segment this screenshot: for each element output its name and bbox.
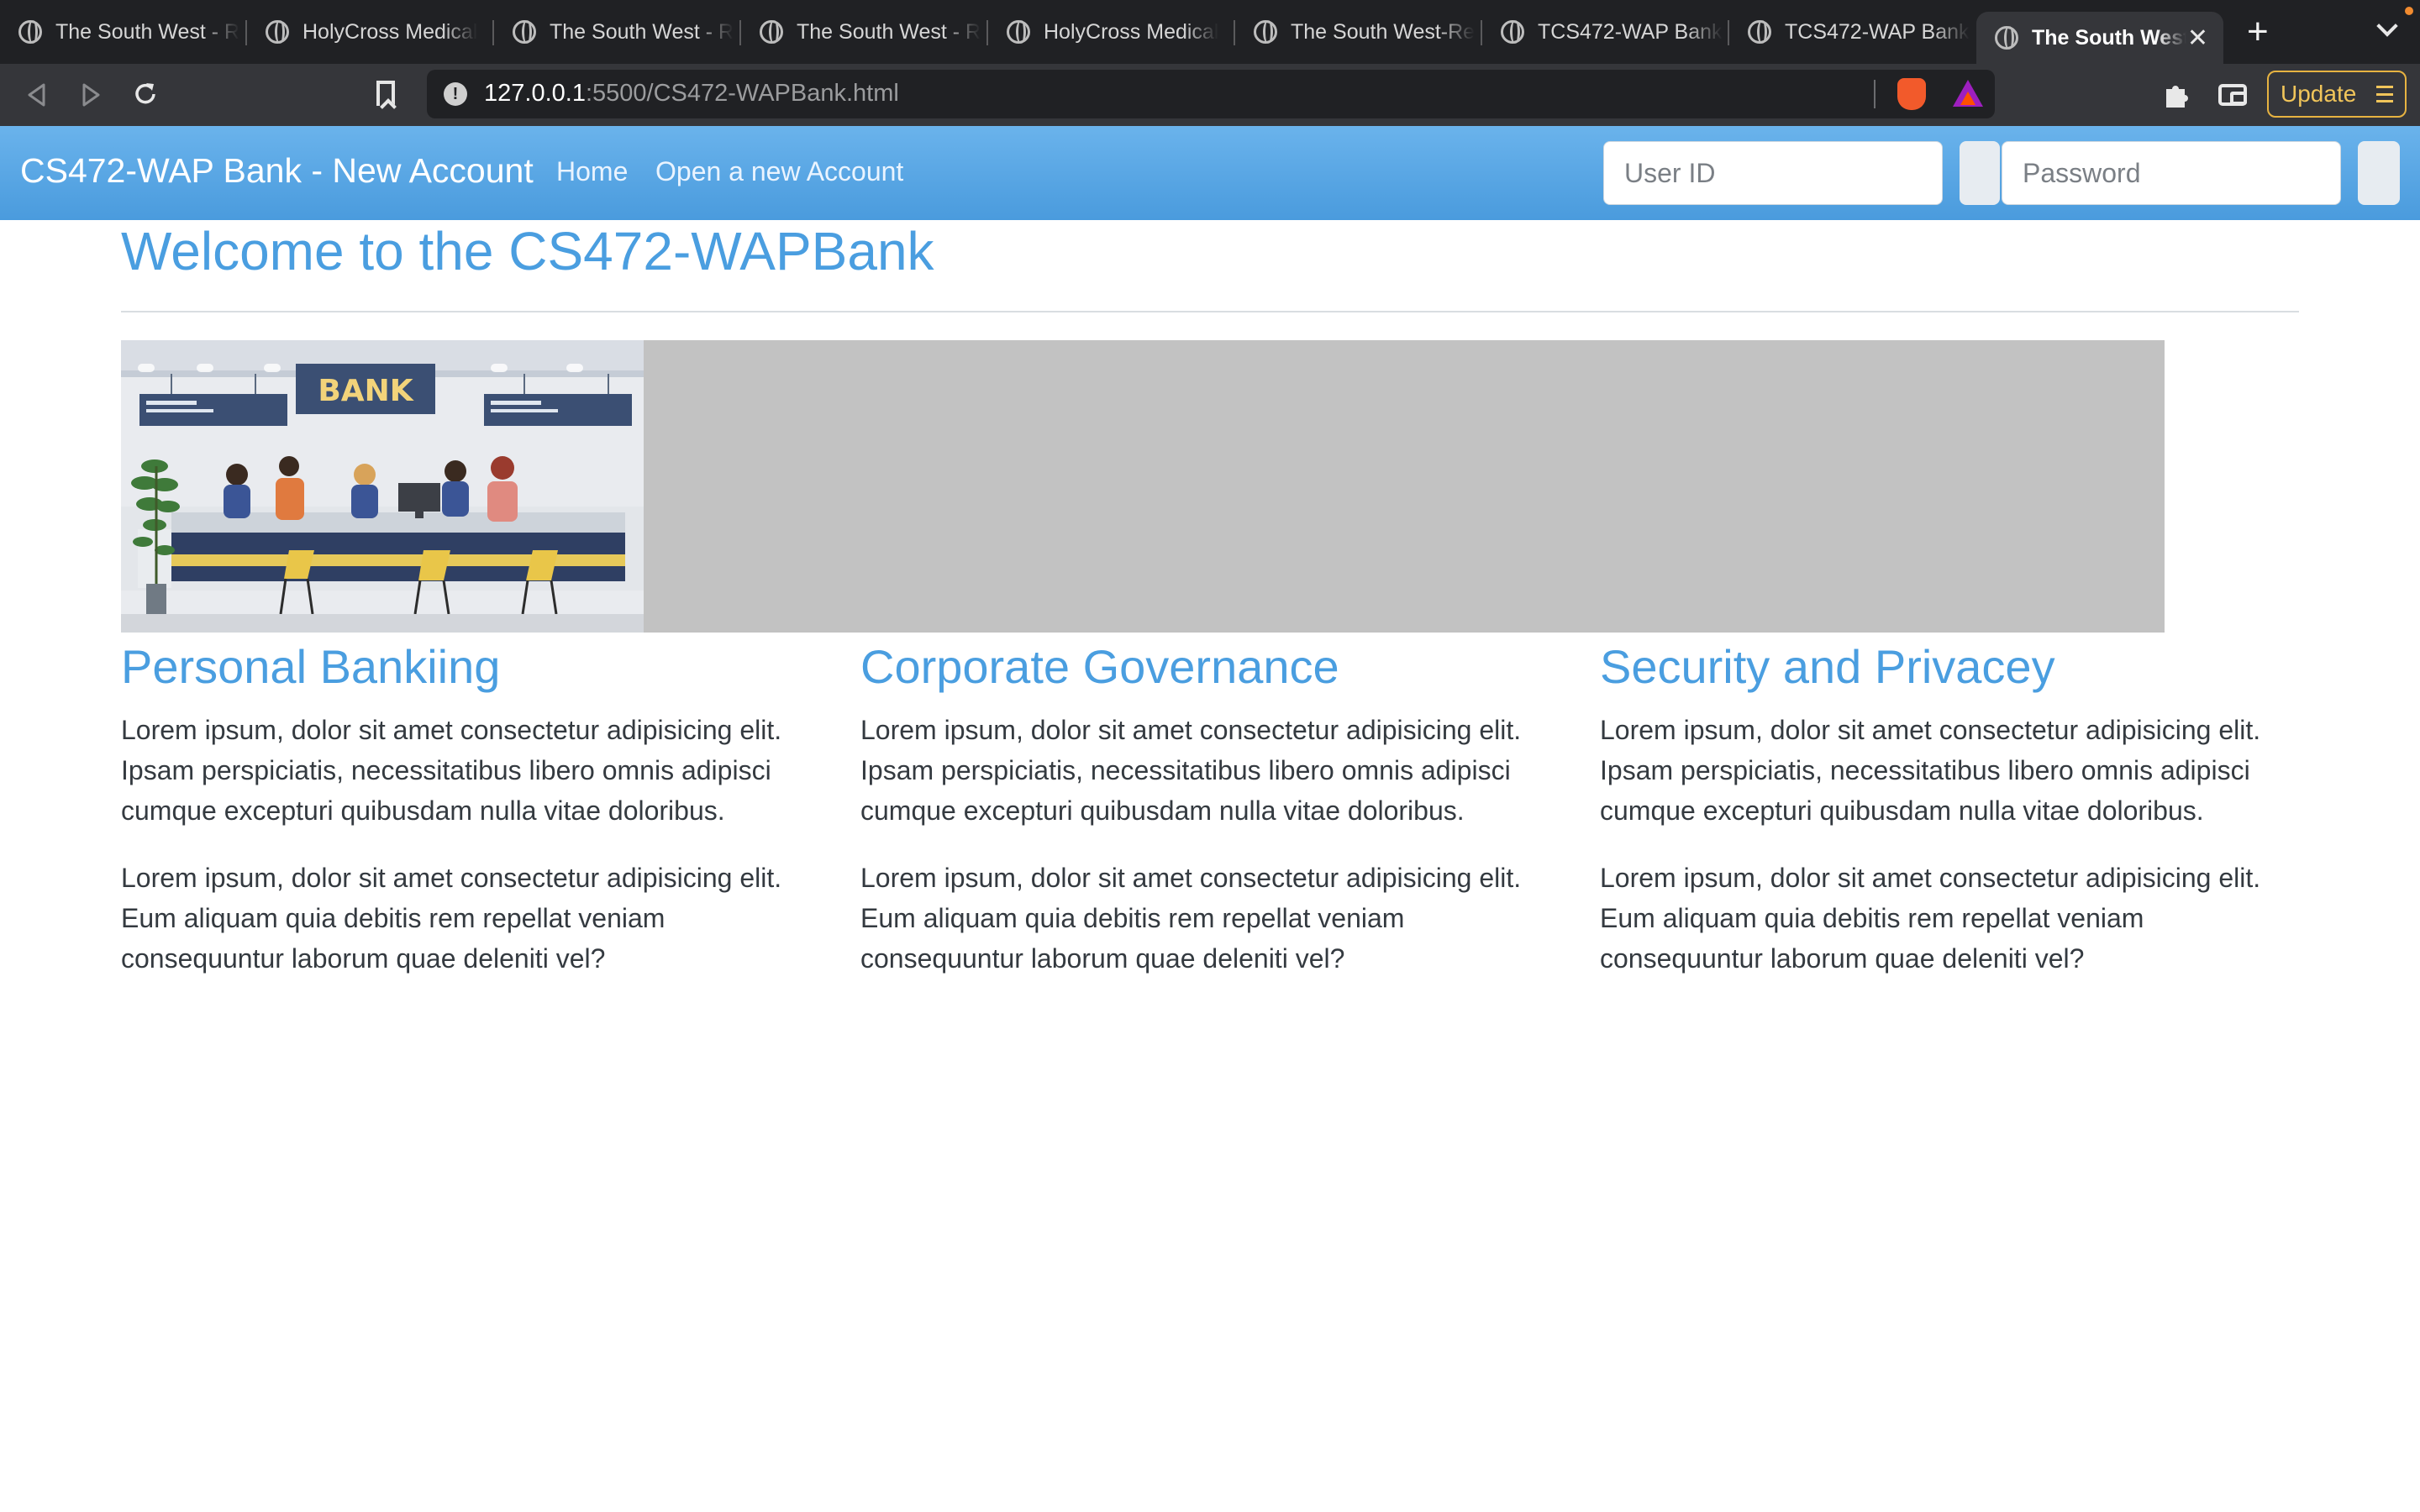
globe-icon xyxy=(1748,20,1771,44)
url-text[interactable]: 127.0.0.1:5500/CS472-WAPBank.html xyxy=(484,80,899,108)
url-host: 127.0.0.1 xyxy=(484,80,586,107)
globe-icon xyxy=(760,20,783,44)
browser-tab[interactable]: The South West-Re xyxy=(1235,0,1482,64)
user-id-input[interactable]: User ID xyxy=(1603,141,1943,205)
column-paragraph: Lorem ipsum, dolor sit amet consectetur … xyxy=(1600,715,2261,826)
new-tab-button[interactable]: + xyxy=(2247,13,2269,50)
url-path: :5500/CS472-WAPBank.html xyxy=(585,80,899,107)
column-paragraph: Lorem ipsum, dolor sit amet consectetur … xyxy=(860,715,1522,826)
browser-tab[interactable]: HolyCross Medical xyxy=(988,0,1235,64)
globe-icon xyxy=(1007,20,1030,44)
site-navbar: CS472-WAP Bank - New Account Home Open a… xyxy=(0,126,2420,220)
forward-icon[interactable] xyxy=(79,82,103,108)
hero-banner: BANK xyxy=(121,340,2165,633)
brave-rewards-icon[interactable] xyxy=(1953,80,1983,107)
user-id-button[interactable] xyxy=(1960,141,2000,205)
title-divider xyxy=(121,311,2299,312)
browser-tab[interactable]: TCS472-WAP Bank xyxy=(1482,0,1729,64)
update-label: Update xyxy=(2281,81,2357,107)
column-paragraph: Lorem ipsum, dolor sit amet consectetur … xyxy=(121,715,782,826)
column-heading: Corporate Governance xyxy=(860,640,1339,693)
update-button[interactable]: Update xyxy=(2267,71,2407,118)
tab-search-chevron-icon[interactable] xyxy=(2376,15,2398,37)
tab-title: HolyCross Medical xyxy=(1044,19,1219,44)
tab-title: HolyCross Medical xyxy=(302,19,478,44)
browser-tab[interactable]: HolyCross Medical xyxy=(247,0,494,64)
feature-column-security: Security and Privacey Lorem ipsum, dolor… xyxy=(1600,634,2297,979)
notification-dot xyxy=(2405,7,2413,15)
globe-icon xyxy=(513,20,536,44)
browser-tab[interactable]: TCS472-WAP Bank xyxy=(1729,0,1976,64)
brave-shields-icon[interactable] xyxy=(1897,78,1926,110)
page-title: Welcome to the CS472-WAPBank xyxy=(121,221,934,281)
globe-icon xyxy=(18,20,42,44)
menu-icon[interactable] xyxy=(2376,86,2393,102)
browser-tab-active[interactable]: The South West ✕ xyxy=(1976,12,2223,64)
globe-icon xyxy=(1995,26,2018,50)
tab-title: The South West-Re xyxy=(1291,19,1476,44)
browser-tab[interactable]: The South West - R xyxy=(0,0,247,64)
bank-illustration-image: BANK xyxy=(121,340,644,633)
globe-icon xyxy=(1254,20,1277,44)
address-bar[interactable]: ! 127.0.0.1:5500/CS472-WAPBank.html xyxy=(427,70,1995,118)
close-tab-icon[interactable]: ✕ xyxy=(2187,24,2208,53)
tab-title: The South West - R xyxy=(55,19,240,44)
browser-tab-strip: The South West - R HolyCross Medical The… xyxy=(0,0,2420,64)
bookmark-icon[interactable] xyxy=(376,81,395,106)
column-paragraph: Lorem ipsum, dolor sit amet consectetur … xyxy=(860,863,1522,974)
browser-tab[interactable]: The South West - R xyxy=(494,0,741,64)
browser-toolbar: ! 127.0.0.1:5500/CS472-WAPBank.html Upda… xyxy=(0,64,2420,126)
bank-scene: BANK xyxy=(121,340,644,633)
tab-title: The South West - R xyxy=(550,19,734,44)
wallet-icon[interactable] xyxy=(2218,84,2247,106)
login-button[interactable] xyxy=(2358,141,2400,205)
tab-title: TCS472-WAP Bank xyxy=(1785,19,1970,44)
nav-link-open-account[interactable]: Open a new Account xyxy=(655,156,903,187)
address-bar-divider xyxy=(1874,80,1876,108)
column-paragraph: Lorem ipsum, dolor sit amet consectetur … xyxy=(121,863,782,974)
column-heading: Personal Bankiing xyxy=(121,640,501,693)
bank-sign-text: BANK xyxy=(318,374,413,408)
nav-link-home[interactable]: Home xyxy=(556,156,628,187)
column-heading: Security and Privacey xyxy=(1600,640,2055,693)
globe-icon xyxy=(1501,20,1524,44)
extensions-icon[interactable] xyxy=(2163,79,2191,109)
password-input[interactable]: Password xyxy=(2002,141,2341,205)
site-info-icon[interactable]: ! xyxy=(444,82,467,106)
brand-title[interactable]: CS472-WAP Bank - New Account xyxy=(20,151,534,191)
tab-title: TCS472-WAP Bank xyxy=(1538,19,1723,44)
back-icon[interactable] xyxy=(25,82,49,108)
tab-title: The South West - R xyxy=(797,19,981,44)
browser-tab[interactable]: The South West - R xyxy=(741,0,988,64)
reload-icon[interactable] xyxy=(131,80,160,108)
column-paragraph: Lorem ipsum, dolor sit amet consectetur … xyxy=(1600,863,2261,974)
feature-column-personal: Personal Bankiing Lorem ipsum, dolor sit… xyxy=(121,634,818,979)
tab-title: The South West xyxy=(2032,25,2186,50)
feature-column-governance: Corporate Governance Lorem ipsum, dolor … xyxy=(860,634,1558,979)
globe-icon xyxy=(266,20,289,44)
